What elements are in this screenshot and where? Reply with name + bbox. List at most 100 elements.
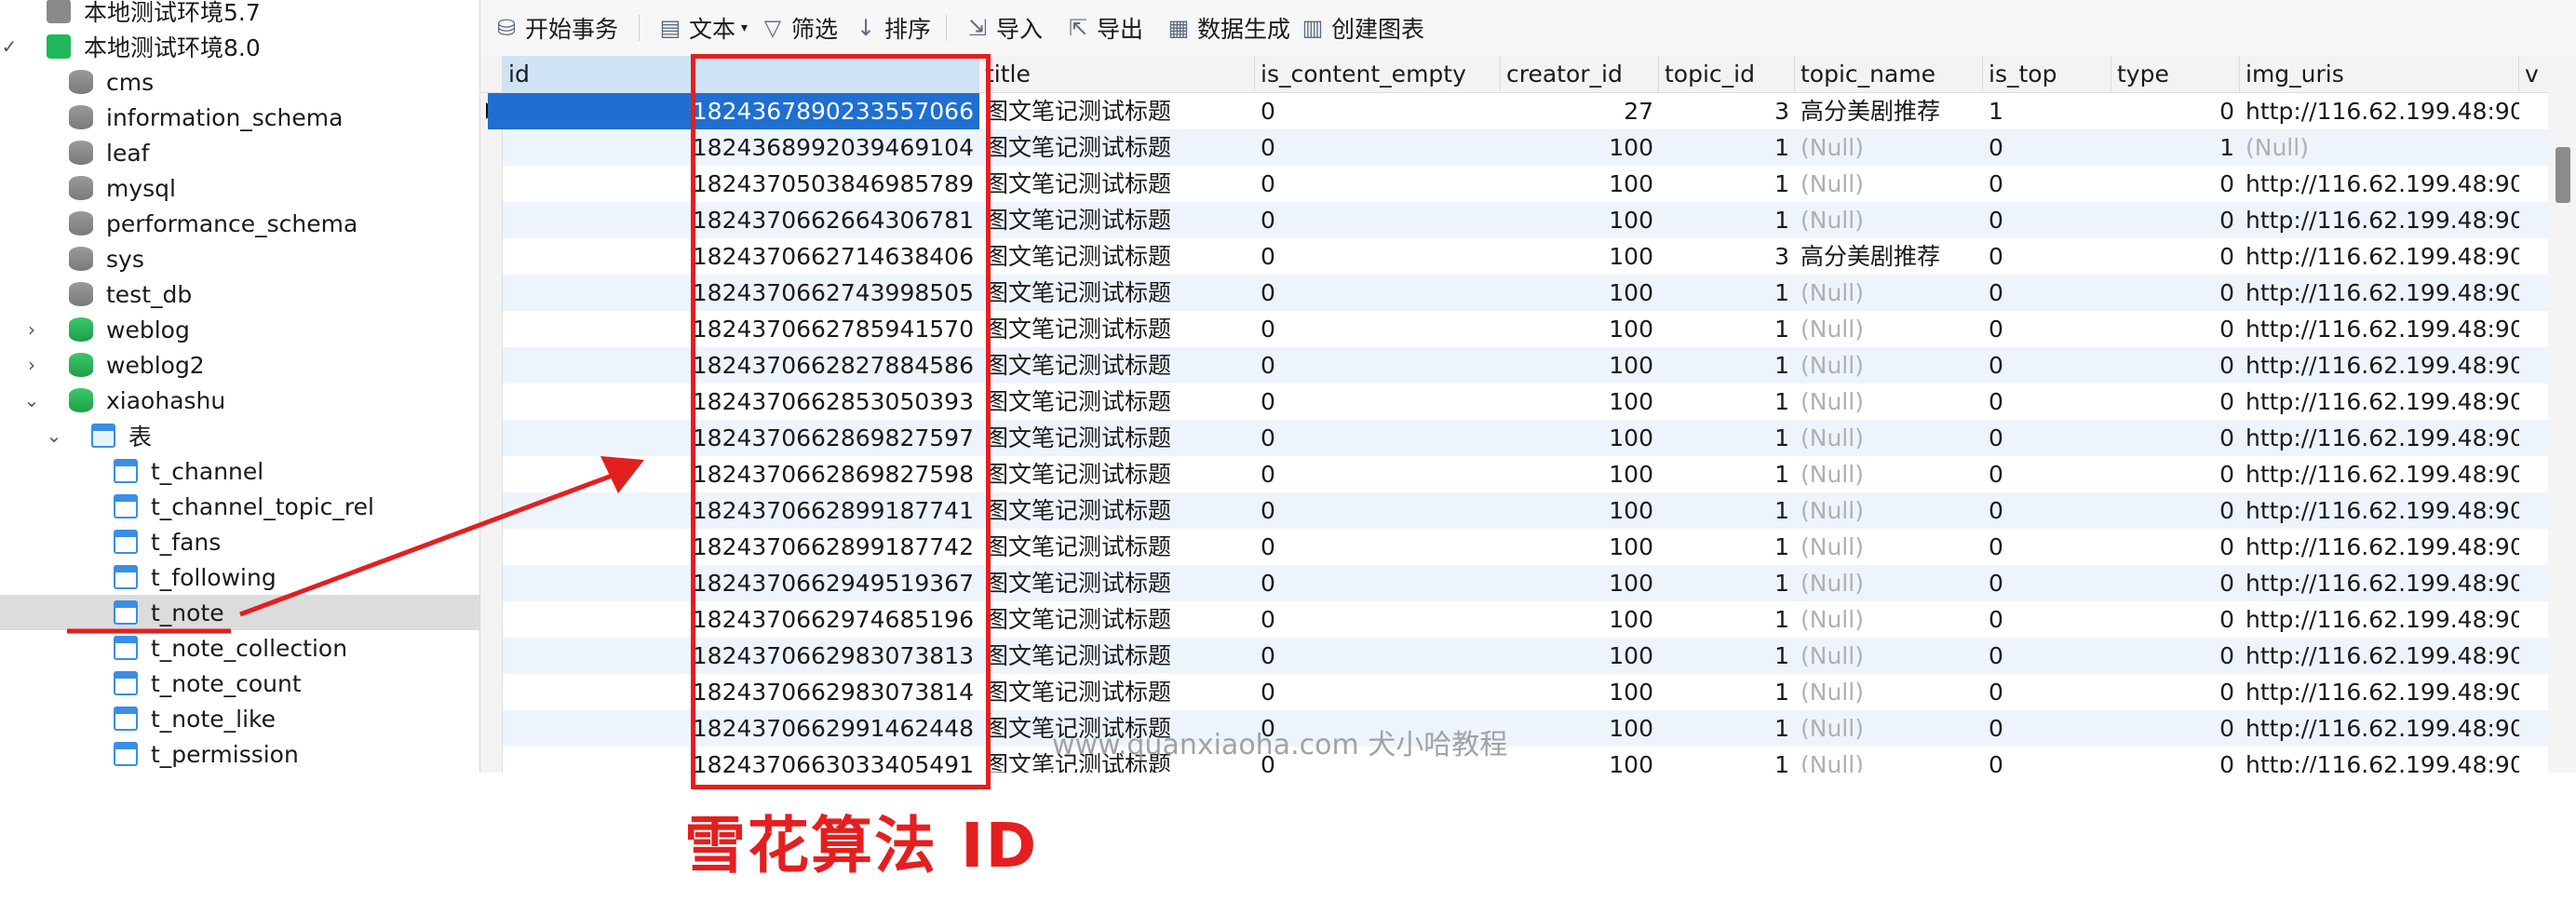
cell-topic-id[interactable]: 1 bbox=[1659, 384, 1795, 420]
database-item[interactable]: ⌄ xiaohashu bbox=[0, 383, 479, 418]
cell-topic-id[interactable]: 1 bbox=[1659, 710, 1795, 747]
cell-creator-id[interactable]: 100 bbox=[1501, 674, 1659, 710]
cell-topic-name[interactable]: (Null) bbox=[1795, 601, 1983, 638]
table-item[interactable]: t_channel_topic_rel bbox=[0, 489, 479, 524]
cell-title[interactable]: 图文笔记测试标题 bbox=[979, 565, 1255, 601]
cell-img-uris[interactable]: http://116.62.199.48:9000/ bbox=[2240, 565, 2519, 601]
cell-is-top[interactable]: 0 bbox=[1983, 347, 2111, 384]
database-item[interactable]: information_schema bbox=[0, 100, 479, 135]
cell-creator-id[interactable]: 100 bbox=[1501, 202, 1659, 238]
cell-is-content-empty[interactable]: 0 bbox=[1255, 638, 1501, 674]
cell-title[interactable]: 图文笔记测试标题 bbox=[979, 166, 1255, 202]
table-item[interactable]: t_channel bbox=[0, 453, 479, 489]
cell-img-uris[interactable]: http://116.62.199.48:9000/ bbox=[2240, 93, 2519, 129]
cell-is-top[interactable]: 0 bbox=[1983, 710, 2111, 747]
cell-topic-id[interactable]: 1 bbox=[1659, 565, 1795, 601]
cell-topic-id[interactable]: 1 bbox=[1659, 311, 1795, 347]
cell-img-uris[interactable]: http://116.62.199.48:9000/ bbox=[2240, 638, 2519, 674]
cell-img-uris[interactable]: http://116.62.199.48:9000/ bbox=[2240, 529, 2519, 565]
cell-title[interactable]: 图文笔记测试标题 bbox=[979, 202, 1255, 238]
cell-title[interactable]: 图文笔记测试标题 bbox=[979, 347, 1255, 384]
cell-img-uris[interactable]: (Null) bbox=[2240, 129, 2519, 166]
cell-img-uris[interactable]: http://116.62.199.48:9000/ bbox=[2240, 202, 2519, 238]
cell-is-content-empty[interactable]: 0 bbox=[1255, 601, 1501, 638]
cell-topic-name[interactable]: (Null) bbox=[1795, 275, 1983, 311]
table-item[interactable]: t_fans bbox=[0, 524, 479, 559]
cell-type[interactable]: 0 bbox=[2111, 347, 2240, 384]
cell-topic-name[interactable]: (Null) bbox=[1795, 129, 1983, 166]
begin-transaction-button[interactable]: ⛁ 开始事务 bbox=[493, 13, 618, 43]
cell-type[interactable]: 0 bbox=[2111, 384, 2240, 420]
cell-img-uris[interactable]: http://116.62.199.48:9000/ bbox=[2240, 275, 2519, 311]
cell-title[interactable]: 图文笔记测试标题 bbox=[979, 238, 1255, 275]
cell-creator-id[interactable]: 100 bbox=[1501, 384, 1659, 420]
chevron-right-icon[interactable]: › bbox=[20, 354, 43, 376]
cell-topic-id[interactable]: 1 bbox=[1659, 601, 1795, 638]
scrollbar-thumb[interactable] bbox=[2556, 147, 2570, 203]
cell-is-content-empty[interactable]: 0 bbox=[1255, 492, 1501, 529]
column-header-creator-id[interactable]: creator_id bbox=[1501, 56, 1659, 93]
cell-type[interactable]: 0 bbox=[2111, 311, 2240, 347]
cell-is-content-empty[interactable]: 0 bbox=[1255, 384, 1501, 420]
cell-is-content-empty[interactable]: 0 bbox=[1255, 275, 1501, 311]
cell-creator-id[interactable]: 100 bbox=[1501, 129, 1659, 166]
cell-topic-name[interactable]: (Null) bbox=[1795, 638, 1983, 674]
filter-button[interactable]: ▽ 筛选 bbox=[760, 13, 838, 43]
cell-topic-name[interactable]: (Null) bbox=[1795, 202, 1983, 238]
cell-img-uris[interactable]: http://116.62.199.48:9000/ bbox=[2240, 347, 2519, 384]
cell-is-top[interactable]: 0 bbox=[1983, 384, 2111, 420]
cell-topic-id[interactable]: 1 bbox=[1659, 202, 1795, 238]
cell-is-top[interactable]: 0 bbox=[1983, 202, 2111, 238]
cell-topic-name[interactable]: (Null) bbox=[1795, 710, 1983, 747]
cell-creator-id[interactable]: 100 bbox=[1501, 565, 1659, 601]
cell-topic-name[interactable]: (Null) bbox=[1795, 166, 1983, 202]
cell-topic-name[interactable]: (Null) bbox=[1795, 674, 1983, 710]
cell-creator-id[interactable]: 100 bbox=[1501, 311, 1659, 347]
cell-type[interactable]: 0 bbox=[2111, 565, 2240, 601]
cell-type[interactable]: 0 bbox=[2111, 747, 2240, 773]
cell-is-top[interactable]: 0 bbox=[1983, 456, 2111, 492]
cell-is-top[interactable]: 0 bbox=[1983, 601, 2111, 638]
tables-folder[interactable]: ⌄ 表 bbox=[0, 418, 479, 453]
cell-type[interactable]: 0 bbox=[2111, 601, 2240, 638]
cell-type[interactable]: 0 bbox=[2111, 166, 2240, 202]
cell-is-top[interactable]: 0 bbox=[1983, 420, 2111, 456]
cell-topic-name[interactable]: (Null) bbox=[1795, 456, 1983, 492]
table-item[interactable]: t_note_collection bbox=[0, 630, 479, 666]
chevron-right-icon[interactable]: › bbox=[20, 318, 43, 341]
cell-is-top[interactable]: 0 bbox=[1983, 166, 2111, 202]
database-item[interactable]: cms bbox=[0, 64, 479, 100]
cell-is-content-empty[interactable]: 0 bbox=[1255, 311, 1501, 347]
cell-img-uris[interactable]: http://116.62.199.48:9000/ bbox=[2240, 166, 2519, 202]
cell-title[interactable]: 图文笔记测试标题 bbox=[979, 456, 1255, 492]
cell-is-content-empty[interactable]: 0 bbox=[1255, 93, 1501, 129]
cell-is-top[interactable]: 0 bbox=[1983, 674, 2111, 710]
table-item[interactable]: t_note_count bbox=[0, 666, 479, 701]
cell-img-uris[interactable]: http://116.62.199.48:9000/ bbox=[2240, 456, 2519, 492]
cell-topic-id[interactable]: 3 bbox=[1659, 93, 1795, 129]
cell-topic-id[interactable]: 1 bbox=[1659, 638, 1795, 674]
cell-img-uris[interactable]: http://116.62.199.48:9000/ bbox=[2240, 710, 2519, 747]
cell-is-content-empty[interactable]: 0 bbox=[1255, 565, 1501, 601]
cell-creator-id[interactable]: 100 bbox=[1501, 529, 1659, 565]
cell-img-uris[interactable]: http://116.62.199.48:9000/ bbox=[2240, 674, 2519, 710]
cell-img-uris[interactable]: http://116.62.199.48:9000/ bbox=[2240, 311, 2519, 347]
database-item[interactable]: sys bbox=[0, 241, 479, 276]
cell-is-top[interactable]: 0 bbox=[1983, 747, 2111, 773]
cell-title[interactable]: 图文笔记测试标题 bbox=[979, 311, 1255, 347]
cell-is-content-empty[interactable]: 0 bbox=[1255, 166, 1501, 202]
table-item[interactable]: t_following bbox=[0, 559, 479, 595]
cell-type[interactable]: 0 bbox=[2111, 238, 2240, 275]
cell-topic-id[interactable]: 1 bbox=[1659, 674, 1795, 710]
column-header-type[interactable]: type bbox=[2111, 56, 2240, 93]
column-header-topic-id[interactable]: topic_id bbox=[1659, 56, 1795, 93]
cell-type[interactable]: 0 bbox=[2111, 93, 2240, 129]
cell-type[interactable]: 1 bbox=[2111, 129, 2240, 166]
cell-is-content-empty[interactable]: 0 bbox=[1255, 129, 1501, 166]
cell-img-uris[interactable]: http://116.62.199.48:9000/ bbox=[2240, 420, 2519, 456]
cell-is-top[interactable]: 1 bbox=[1983, 93, 2111, 129]
database-item[interactable]: performance_schema bbox=[0, 206, 479, 241]
cell-is-top[interactable]: 0 bbox=[1983, 275, 2111, 311]
cell-img-uris[interactable]: http://116.62.199.48:9000/ bbox=[2240, 492, 2519, 529]
cell-title[interactable]: 图文笔记测试标题 bbox=[979, 638, 1255, 674]
